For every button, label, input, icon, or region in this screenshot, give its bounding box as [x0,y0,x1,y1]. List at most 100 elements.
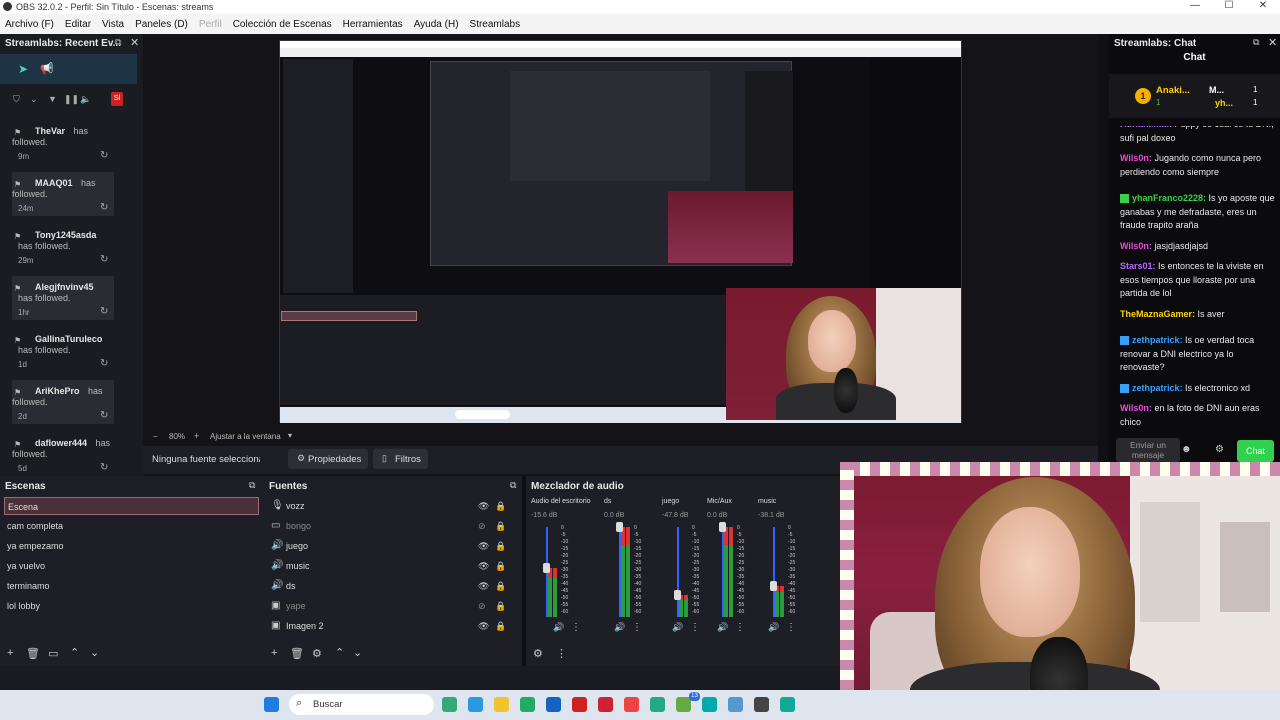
taskbar-app-icon[interactable] [754,697,769,712]
maximize-icon[interactable]: ☐ [1212,0,1246,11]
chat-send-button[interactable]: Chat [1237,440,1274,462]
eye-hidden-icon[interactable]: ⊘ [478,597,486,615]
lock-icon[interactable]: 🔒 [495,497,506,515]
menu-archivo[interactable]: Archivo (F) [5,19,54,30]
taskbar-app-icon[interactable] [468,697,483,712]
scene-item[interactable]: ya empezamo [4,537,259,555]
channel-menu-icon[interactable]: ⋮ [571,622,581,633]
taskbar-app-icon[interactable] [442,697,457,712]
chevron-down-icon[interactable]: ⌄ [30,94,38,105]
source-item[interactable]: 🔊 music 👁 🔒 [268,557,514,575]
volume-slider-track[interactable] [677,527,679,617]
taskbar-app-icon[interactable] [702,697,717,712]
menu-paneles[interactable]: Paneles (D) [135,19,188,30]
mute-icon[interactable]: 🔊 [672,622,683,633]
remove-source-icon[interactable]: 🗑 [290,647,304,660]
chat-settings-icon[interactable]: ⚙ [1215,444,1224,455]
lock-icon[interactable]: 🔒 [495,517,506,535]
source-properties-icon[interactable]: ⚙ [312,647,322,660]
taskbar-app-icon[interactable] [546,697,561,712]
megaphone-icon[interactable]: 📢 [40,62,54,75]
eye-icon[interactable]: 👁 [478,557,489,575]
volume-slider-knob[interactable] [719,522,726,532]
source-item[interactable]: 🎙 vozz 👁 🔒 [268,497,514,515]
scene-item[interactable]: terminamo [4,577,259,595]
volume-slider-knob[interactable] [674,589,681,600]
remove-scene-icon[interactable]: 🗑 [26,647,40,660]
taskbar-app-icon[interactable] [728,697,743,712]
eye-hidden-icon[interactable]: ⊘ [478,517,486,535]
zoom-in-button[interactable]: + [194,431,199,441]
repeat-alert-icon[interactable]: ↻ [100,410,108,421]
repeat-alert-icon[interactable]: ↻ [100,150,108,161]
source-item[interactable]: ▭ bongo ⊘ 🔒 [268,517,514,535]
source-item[interactable]: 🔊 juego 👁 🔒 [268,537,514,555]
volume-icon[interactable]: 🔈 [80,94,91,105]
repeat-alert-icon[interactable]: ↻ [100,306,108,317]
channel-menu-icon[interactable]: ⋮ [632,622,642,633]
source-item[interactable]: ▣ Imagen 2 👁 🔒 [268,617,514,635]
minimize-icon[interactable]: — [1178,0,1212,11]
volume-slider-track[interactable] [722,527,724,617]
move-scene-up-icon[interactable]: ⌃ [70,646,79,659]
menu-editar[interactable]: Editar [65,19,91,30]
move-scene-down-icon[interactable]: ⌄ [90,646,99,659]
repeat-alert-icon[interactable]: ↻ [100,462,108,473]
taskbar-app-icon[interactable] [572,697,587,712]
fit-dropdown-icon[interactable]: ▾ [288,431,292,440]
channel-menu-icon[interactable]: ⋮ [735,622,745,633]
taskbar-search[interactable]: ⌕ Buscar [289,694,434,715]
menu-ayuda[interactable]: Ayuda (H) [414,19,459,30]
menu-streamlabs[interactable]: Streamlabs [470,19,521,30]
move-source-down-icon[interactable]: ⌄ [353,646,362,659]
chat-input[interactable]: Enviar un mensaje [1116,438,1180,462]
volume-slider-track[interactable] [773,527,775,617]
scene-filters-icon[interactable]: ▭ [48,647,58,660]
shield-icon[interactable]: ⛉ [13,94,20,105]
menu-coleccion[interactable]: Colección de Escenas [233,19,332,30]
taskbar-app-icon[interactable] [780,697,795,712]
mixer-menu-icon[interactable]: ⋮ [556,647,567,660]
lock-icon[interactable]: 🔒 [495,537,506,555]
menu-vista[interactable]: Vista [102,19,124,30]
properties-button[interactable]: ⚙ Propiedades [288,449,368,469]
pause-icon[interactable]: ❚❚ [64,94,79,105]
mute-icon[interactable]: 🔊 [553,622,564,633]
fit-window-label[interactable]: Ajustar a la ventana [210,432,281,441]
windows-start-icon[interactable] [264,697,279,712]
close-dock-icon[interactable]: ✕ [130,36,139,49]
add-scene-button[interactable]: + [7,647,13,659]
mute-icon[interactable]: 🔊 [614,622,625,633]
scene-item[interactable]: Escena [4,497,259,515]
close-window-icon[interactable]: ✕ [1246,0,1280,11]
scene-item[interactable]: cam completa [4,517,259,535]
repeat-alert-icon[interactable]: ↻ [100,254,108,265]
send-icon[interactable]: ➤ [18,62,28,76]
menu-perfil[interactable]: Perfil [199,19,222,30]
mute-icon[interactable]: 🔊 [768,622,779,633]
eye-icon[interactable]: 👁 [478,617,489,635]
taskbar-app-icon[interactable] [598,697,613,712]
filters-button[interactable]: ▯ Filtros [373,449,428,469]
volume-slider-knob[interactable] [770,580,777,591]
lock-icon[interactable]: 🔒 [495,557,506,575]
float-scenes-icon[interactable]: ⧉ [249,480,255,491]
taskbar-app-icon[interactable] [520,697,535,712]
volume-slider-knob[interactable] [616,522,623,532]
eye-icon[interactable]: 👁 [478,497,489,515]
source-item[interactable]: ▣ yape ⊘ 🔒 [268,597,514,615]
move-source-up-icon[interactable]: ⌃ [335,646,344,659]
filter-icon[interactable]: ▼ [48,94,57,104]
float-dock-icon[interactable]: ⧉ [115,37,121,48]
taskbar-app-icon[interactable] [650,697,665,712]
lock-icon[interactable]: 🔒 [495,577,506,595]
skip-alert-icon[interactable]: Sl [111,92,123,106]
zoom-out-button[interactable]: − [153,432,158,441]
eye-icon[interactable]: 👁 [478,577,489,595]
taskbar-app-icon[interactable] [494,697,509,712]
lock-icon[interactable]: 🔒 [495,617,506,635]
eye-icon[interactable]: 👁 [478,537,489,555]
channel-menu-icon[interactable]: ⋮ [786,622,796,633]
mute-icon[interactable]: 🔊 [717,622,728,633]
lock-icon[interactable]: 🔒 [495,597,506,615]
